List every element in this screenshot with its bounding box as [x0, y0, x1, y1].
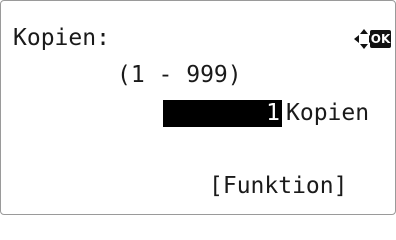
ok-button-icon[interactable]: OK	[370, 30, 391, 48]
screen-title: Kopien:	[13, 25, 110, 51]
unit-label: Kopien	[286, 100, 370, 126]
range-hint: (1 - 999)	[117, 62, 242, 88]
copies-input[interactable]: 1	[163, 100, 282, 127]
lcd-panel: Kopien: OK (1 - 999) 1 Kopien [Funktion]	[0, 0, 396, 215]
function-softkey[interactable]: [Funktion]	[209, 175, 347, 198]
